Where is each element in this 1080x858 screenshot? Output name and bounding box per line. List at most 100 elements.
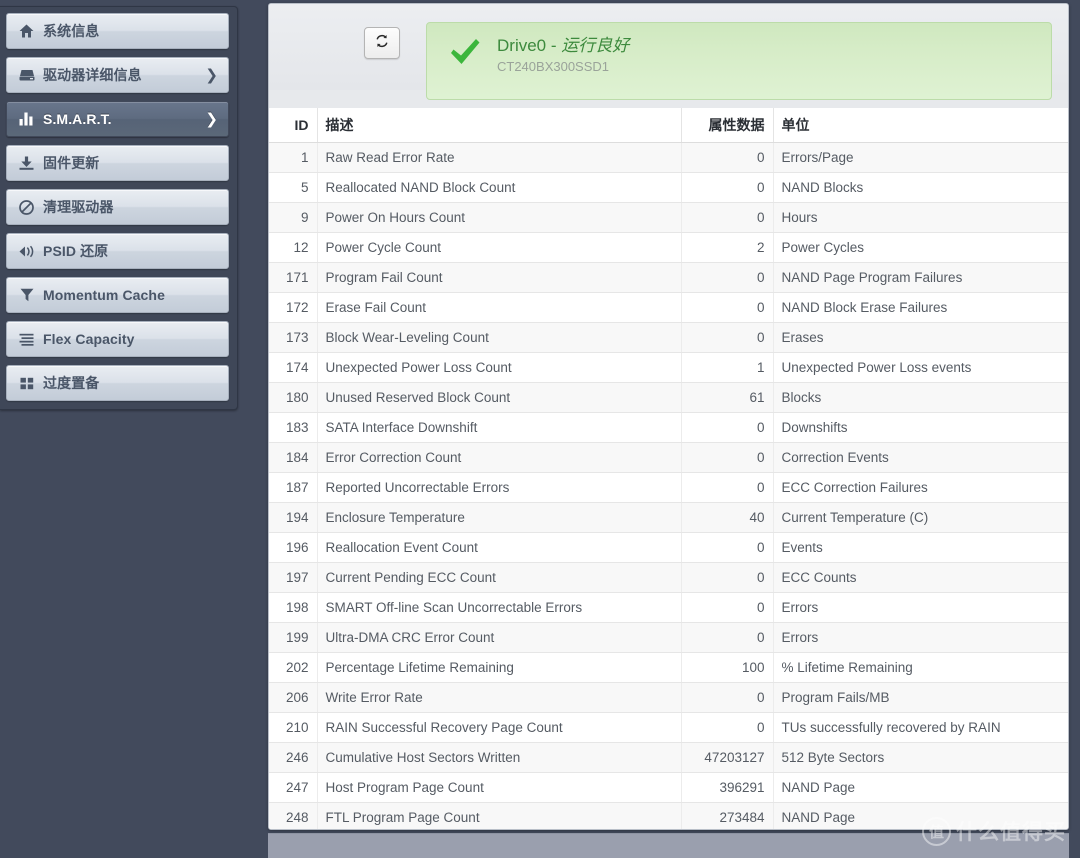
table-row[interactable]: 187 Reported Uncorrectable Errors 0 ECC Cor…	[269, 472, 1068, 503]
refresh-icon	[374, 33, 390, 54]
refresh-button[interactable]	[364, 27, 400, 59]
cell-unit: Errors	[773, 622, 1068, 653]
cell-id: 174	[269, 352, 318, 383]
cell-description: Block Wear-Leveling Count	[317, 322, 682, 353]
cell-description: SMART Off-line Scan Uncorrectable Errors	[317, 592, 682, 623]
drive-model: CT240BX300SSD1	[497, 59, 610, 74]
table-row[interactable]: 180 Unused Reserved Block Count 61 Blocks	[269, 382, 1068, 413]
cell-description: Erase Fail Count	[317, 292, 682, 323]
cell-description: Raw Read Error Rate	[317, 142, 682, 173]
chevron-right-icon: ❯	[205, 110, 218, 128]
cell-description: Enclosure Temperature	[317, 502, 682, 533]
cell-unit: NAND Blocks	[773, 172, 1068, 203]
cell-value: 0	[681, 202, 774, 233]
cell-id: 210	[269, 712, 318, 743]
column-header-desc[interactable]: 描述	[317, 108, 682, 143]
sidebar-item-8[interactable]: Flex Capacity	[6, 321, 229, 357]
table-row[interactable]: 172 Erase Fail Count 0 NAND Block Erase Fai…	[269, 292, 1068, 323]
sidebar-item-label: Momentum Cache	[43, 287, 165, 303]
cell-unit: Hours	[773, 202, 1068, 233]
cell-id: 12	[269, 232, 318, 263]
cell-value: 0	[681, 142, 774, 173]
cell-unit: TUs successfully recovered by RAIN	[773, 712, 1068, 743]
cell-description: Power On Hours Count	[317, 202, 682, 233]
cell-description: FTL Program Page Count	[317, 802, 682, 829]
sidebar-region: 系统信息 驱动器详细信息 ❯ S.M.A.R.T. ❯ 固件更新 清理驱动器 PSID 还原 M…	[0, 0, 268, 858]
cell-value: 0	[681, 292, 774, 323]
table-body: 1 Raw Read Error Rate 0 Errors/Page 5 Realloc…	[269, 142, 1068, 829]
cell-unit: Events	[773, 532, 1068, 563]
ban-icon	[18, 199, 35, 215]
cell-id: 248	[269, 802, 318, 829]
cell-id: 202	[269, 652, 318, 683]
cell-unit: NAND Page Program Failures	[773, 262, 1068, 293]
table-row[interactable]: 246 Cumulative Host Sectors Written 472031…	[269, 742, 1068, 773]
sidebar-item-label: 固件更新	[43, 155, 100, 171]
sidebar-item-4[interactable]: 固件更新	[6, 145, 229, 181]
table-row[interactable]: 5 Reallocated NAND Block Count 0 NAND Block…	[269, 172, 1068, 203]
sidebar-item-6[interactable]: PSID 还原	[6, 233, 229, 269]
cell-unit: Blocks	[773, 382, 1068, 413]
cell-unit: ECC Counts	[773, 562, 1068, 593]
cell-id: 9	[269, 202, 318, 233]
download-icon	[18, 155, 35, 171]
table-row[interactable]: 197 Current Pending ECC Count 0 ECC Counts	[269, 562, 1068, 593]
cell-unit: Errors	[773, 592, 1068, 623]
cell-id: 171	[269, 262, 318, 293]
cell-value: 2	[681, 232, 774, 263]
table-row[interactable]: 210 RAIN Successful Recovery Page Count 0 T…	[269, 712, 1068, 743]
cell-value: 0	[681, 712, 774, 743]
cell-id: 196	[269, 532, 318, 563]
column-header-id[interactable]: ID	[269, 108, 318, 143]
table-row[interactable]: 196 Reallocation Event Count 0 Events	[269, 532, 1068, 563]
cell-id: 1	[269, 142, 318, 173]
cell-id: 247	[269, 772, 318, 803]
drive-header: Drive0 - 运行良好 CT240BX300SSD1	[269, 4, 1068, 100]
cell-id: 5	[269, 172, 318, 203]
table-row[interactable]: 247 Host Program Page Count 396291 NAND Pag…	[269, 772, 1068, 803]
cell-description: Error Correction Count	[317, 442, 682, 473]
cell-value: 0	[681, 442, 774, 473]
cell-description: Ultra-DMA CRC Error Count	[317, 622, 682, 653]
table-row[interactable]: 184 Error Correction Count 0 Correction Eve…	[269, 442, 1068, 473]
table-row[interactable]: 202 Percentage Lifetime Remaining 100% Lif…	[269, 652, 1068, 683]
cell-value: 0	[681, 562, 774, 593]
sidebar-item-3[interactable]: S.M.A.R.T. ❯	[6, 101, 229, 137]
table-row[interactable]: 174 Unexpected Power Loss Count 1 Unexpecte…	[269, 352, 1068, 383]
sidebar-item-7[interactable]: Momentum Cache	[6, 277, 229, 313]
grid-icon	[18, 375, 35, 391]
table-row[interactable]: 1 Raw Read Error Rate 0 Errors/Page	[269, 142, 1068, 173]
table-row[interactable]: 194 Enclosure Temperature 40 Current Temper…	[269, 502, 1068, 533]
sidebar-item-1[interactable]: 系统信息	[6, 13, 229, 49]
cell-value: 0	[681, 412, 774, 443]
sidebar-item-5[interactable]: 清理驱动器	[6, 189, 229, 225]
horizontal-scrollbar[interactable]	[268, 833, 1069, 858]
sidebar-item-9[interactable]: 过度置备	[6, 365, 229, 401]
cell-value: 0	[681, 622, 774, 653]
drive-health: 运行良好	[561, 36, 630, 55]
cell-unit: Power Cycles	[773, 232, 1068, 263]
cell-value: 273484	[681, 802, 774, 829]
table-header-row: ID 描述 属性数据 单位	[269, 108, 1068, 143]
list-icon	[18, 331, 35, 347]
sidebar-item-2[interactable]: 驱动器详细信息 ❯	[6, 57, 229, 93]
table-row[interactable]: 198 SMART Off-line Scan Uncorrectable Err…	[269, 592, 1068, 623]
sidebar-item-label: Flex Capacity	[43, 331, 135, 347]
table-row[interactable]: 199 Ultra-DMA CRC Error Count 0 Errors	[269, 622, 1068, 653]
table-row[interactable]: 206 Write Error Rate 0 Program Fails/MB	[269, 682, 1068, 713]
cell-value: 61	[681, 382, 774, 413]
cell-description: Unexpected Power Loss Count	[317, 352, 682, 383]
column-header-value[interactable]: 属性数据	[681, 108, 774, 143]
sidebar-nav: 系统信息 驱动器详细信息 ❯ S.M.A.R.T. ❯ 固件更新 清理驱动器 PSID 还原 M…	[0, 6, 238, 410]
table-row[interactable]: 173 Block Wear-Leveling Count 0 Erases	[269, 322, 1068, 353]
cell-value: 47203127	[681, 742, 774, 773]
cell-id: 198	[269, 592, 318, 623]
table-row[interactable]: 9 Power On Hours Count 0 Hours	[269, 202, 1068, 233]
table-row[interactable]: 12 Power Cycle Count 2 Power Cycles	[269, 232, 1068, 263]
table-row[interactable]: 183 SATA Interface Downshift 0 Downshifts	[269, 412, 1068, 443]
table-row[interactable]: 248 FTL Program Page Count 273484 NAND Page	[269, 802, 1068, 829]
column-header-unit[interactable]: 单位	[773, 108, 1068, 143]
smart-table-wrap[interactable]: ID 描述 属性数据 单位 1 Raw Read Error Rate 0 Error…	[269, 108, 1068, 829]
sidebar-item-label: 驱动器详细信息	[43, 67, 142, 83]
table-row[interactable]: 171 Program Fail Count 0 NAND Page Program …	[269, 262, 1068, 293]
